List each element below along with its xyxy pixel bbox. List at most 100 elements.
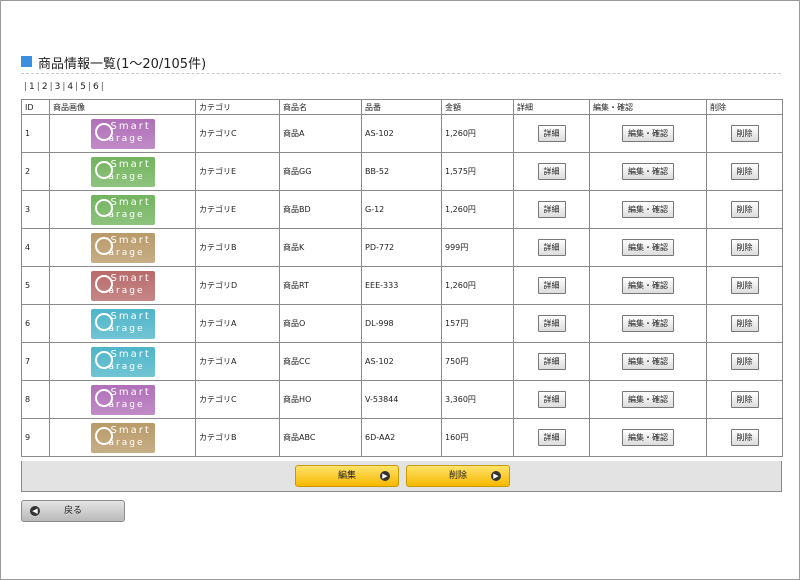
delete-button[interactable]: 削除 — [730, 201, 759, 218]
row-id: 3 — [21, 190, 50, 229]
delete-button-cell: 削除 — [706, 342, 783, 381]
arrow-left-icon: ◀ — [30, 506, 40, 516]
column-header: カテゴリ — [195, 99, 280, 115]
page-link-3[interactable]: 3 — [55, 82, 61, 92]
pager-separator: | — [62, 82, 66, 92]
arrow-right-icon: ▶ — [491, 471, 501, 481]
page-link-2[interactable]: 2 — [42, 82, 48, 92]
table-row: 9 Smart arage カテゴリB 商品ABC 6D-AA2 160円 詳細 編集・確認 削除 — [21, 418, 783, 457]
detail-button[interactable]: 詳細 — [537, 391, 566, 408]
row-id: 2 — [21, 152, 50, 191]
edit-confirm-button[interactable]: 編集・確認 — [622, 353, 674, 370]
detail-button[interactable]: 詳細 — [537, 163, 566, 180]
back-button[interactable]: ◀ 戻る — [21, 500, 125, 522]
page-frame: 商品情報一覧(1〜20/105件) | 1 | 2 | 3 | 4 | 5 | 6 | ID 商品画像 カテ… — [0, 0, 800, 580]
logo-text-bottom: arage — [108, 399, 145, 410]
logo-text-bottom: arage — [108, 361, 145, 372]
logo-text-bottom: arage — [108, 285, 145, 296]
page-link-1[interactable]: 1 — [29, 82, 35, 92]
product-table: ID 商品画像 カテゴリ 商品名 品番 金額 詳細 編集・確認 削除 1 Smart arage カテ… — [21, 99, 783, 457]
pager-separator: | — [36, 82, 40, 92]
logo-text-top: Smart — [110, 196, 151, 208]
page-link-4[interactable]: 4 — [67, 82, 73, 92]
edit-confirm-button[interactable]: 編集・確認 — [622, 125, 674, 142]
pager-separator: | — [100, 82, 104, 92]
row-category: カテゴリB — [195, 228, 280, 267]
delete-button[interactable]: 削除 — [730, 391, 759, 408]
delete-button[interactable]: 削除 — [730, 239, 759, 256]
detail-button-cell: 詳細 — [513, 380, 590, 419]
detail-button[interactable]: 詳細 — [537, 353, 566, 370]
square-icon — [21, 56, 32, 67]
logo-text-top: Smart — [110, 386, 151, 398]
delete-button-cell: 削除 — [706, 266, 783, 305]
delete-button[interactable]: 削除 — [730, 277, 759, 294]
detail-button[interactable]: 詳細 — [537, 315, 566, 332]
row-product-code: DL-998 — [361, 304, 442, 343]
edit-confirm-button[interactable]: 編集・確認 — [622, 201, 674, 218]
edit-confirm-button[interactable]: 編集・確認 — [622, 391, 674, 408]
logo-text-top: Smart — [110, 234, 151, 246]
edit-confirm-button[interactable]: 編集・確認 — [622, 239, 674, 256]
detail-button[interactable]: 詳細 — [537, 239, 566, 256]
delete-button[interactable]: 削除 — [730, 353, 759, 370]
detail-button-cell: 詳細 — [513, 190, 590, 229]
edit-confirm-button-cell: 編集・確認 — [589, 152, 707, 191]
bulk-edit-button[interactable]: 編集 ▶ — [295, 465, 399, 487]
product-logo-image: Smart arage — [90, 118, 155, 149]
delete-button[interactable]: 削除 — [730, 163, 759, 180]
pager-separator: | — [87, 82, 91, 92]
column-header: 品番 — [361, 99, 442, 115]
page-link-6[interactable]: 6 — [93, 82, 99, 92]
table-row: 7 Smart arage カテゴリA 商品CC AS-102 750円 詳細 編集・確認 削除 — [21, 342, 783, 381]
row-id: 6 — [21, 304, 50, 343]
row-product-code: AS-102 — [361, 342, 442, 381]
product-image-cell: Smart arage — [49, 228, 196, 267]
logo-text-bottom: arage — [108, 247, 145, 258]
delete-button[interactable]: 削除 — [730, 125, 759, 142]
delete-button[interactable]: 削除 — [730, 429, 759, 446]
row-price: 750円 — [441, 342, 514, 381]
detail-button[interactable]: 詳細 — [537, 201, 566, 218]
product-image-cell: Smart arage — [49, 342, 196, 381]
detail-button[interactable]: 詳細 — [537, 125, 566, 142]
row-product-name: 商品BD — [279, 190, 362, 229]
logo-text-bottom: arage — [108, 133, 145, 144]
product-image-cell: Smart arage — [49, 114, 196, 153]
logo-text-top: Smart — [110, 120, 151, 132]
product-logo-image: Smart arage — [90, 308, 155, 339]
product-logo-image: Smart arage — [90, 194, 155, 225]
row-product-code: AS-102 — [361, 114, 442, 153]
detail-button[interactable]: 詳細 — [537, 277, 566, 294]
row-product-name: 商品RT — [279, 266, 362, 305]
row-product-name: 商品CC — [279, 342, 362, 381]
edit-confirm-button[interactable]: 編集・確認 — [622, 429, 674, 446]
column-header: 編集・確認 — [589, 99, 707, 115]
row-category: カテゴリC — [195, 114, 280, 153]
table-row: 6 Smart arage カテゴリA 商品O DL-998 157円 詳細 編集・確認 削除 — [21, 304, 783, 343]
edit-confirm-button-cell: 編集・確認 — [589, 304, 707, 343]
edit-confirm-button[interactable]: 編集・確認 — [622, 277, 674, 294]
row-product-name: 商品ABC — [279, 418, 362, 457]
row-product-code: V-53844 — [361, 380, 442, 419]
row-price: 160円 — [441, 418, 514, 457]
row-product-code: BB-52 — [361, 152, 442, 191]
detail-button[interactable]: 詳細 — [537, 429, 566, 446]
pager-separator: | — [24, 82, 28, 92]
row-id: 1 — [21, 114, 50, 153]
product-logo-image: Smart arage — [90, 384, 155, 415]
edit-confirm-button[interactable]: 編集・確認 — [622, 315, 674, 332]
product-image-cell: Smart arage — [49, 418, 196, 457]
row-id: 4 — [21, 228, 50, 267]
bulk-delete-button[interactable]: 削除 ▶ — [406, 465, 510, 487]
product-image-cell: Smart arage — [49, 190, 196, 229]
table-row: 3 Smart arage カテゴリE 商品BD G-12 1,260円 詳細 編集・確認 削除 — [21, 190, 783, 229]
product-image-cell: Smart arage — [49, 152, 196, 191]
delete-button[interactable]: 削除 — [730, 315, 759, 332]
row-category: カテゴリE — [195, 190, 280, 229]
page-link-5[interactable]: 5 — [80, 82, 86, 92]
logo-text-top: Smart — [110, 158, 151, 170]
product-logo-image: Smart arage — [90, 346, 155, 377]
footer-bar: 編集 ▶ 削除 ▶ — [21, 461, 782, 492]
edit-confirm-button[interactable]: 編集・確認 — [622, 163, 674, 180]
